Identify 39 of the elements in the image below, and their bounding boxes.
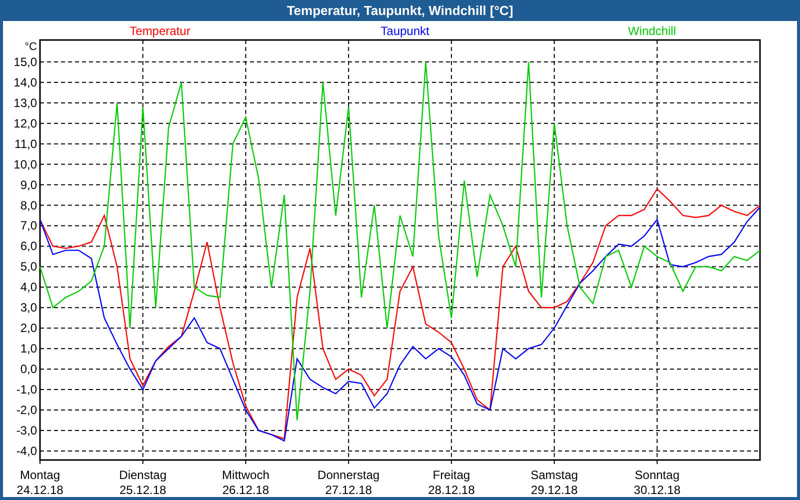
day-label: Mittwoch: [222, 468, 270, 482]
axis-tick-label: 14,0: [14, 75, 37, 90]
axis-tick-label: 11,0: [14, 136, 37, 151]
date-label: 26.12.18: [222, 483, 270, 497]
axis-tick-label: 6,0: [20, 239, 37, 254]
axis-tick-label: -1,0: [16, 382, 37, 397]
legend-label: Windchill: [628, 24, 676, 38]
axis-tick-label: 2,0: [20, 321, 37, 336]
date-label: 25.12.18: [120, 483, 166, 497]
axis-tick-label: 4,0: [20, 280, 37, 294]
axis-tick-label: -4,0: [16, 444, 37, 458]
date-label: 24.12.18: [16, 483, 64, 497]
axis-tick-label: -2,0: [16, 403, 37, 418]
legend-label: Temperatur: [130, 24, 190, 38]
date-label: 29.12.18: [530, 483, 578, 497]
axis-tick-label: 0,0: [20, 362, 37, 376]
day-label: Donnerstag: [318, 468, 380, 482]
axis-unit-label: °C: [24, 41, 37, 53]
window-title: Temperatur, Taupunkt, Windchill [°C]: [286, 2, 514, 20]
date-label: 30.12.18: [634, 483, 680, 497]
axis-tick-label: 8,0: [20, 198, 37, 212]
axis-tick-label: 15,0: [14, 54, 37, 69]
axis-tick-label: 5,0: [20, 260, 37, 274]
axis-tick-label: 10,0: [14, 157, 37, 172]
day-label: Montag: [20, 468, 60, 482]
axis-tick-label: 12,0: [14, 116, 37, 130]
date-label: 28.12.18: [428, 483, 475, 497]
axis-tick-label: 13,0: [14, 96, 37, 110]
axis-tick-label: 3,0: [20, 300, 37, 315]
legend-label: Taupunkt: [380, 24, 430, 38]
date-label: 27.12.18: [325, 483, 372, 497]
axis-tick-label: 9,0: [20, 178, 37, 192]
axis-tick-label: 7,0: [20, 218, 37, 233]
day-label: Sonntag: [634, 468, 680, 482]
axis-tick-label: 1,0: [20, 342, 37, 356]
day-label: Samstag: [530, 468, 578, 482]
day-label: Freitag: [432, 468, 470, 482]
day-label: Dienstag: [119, 468, 167, 482]
axis-tick-label: -3,0: [16, 424, 37, 438]
